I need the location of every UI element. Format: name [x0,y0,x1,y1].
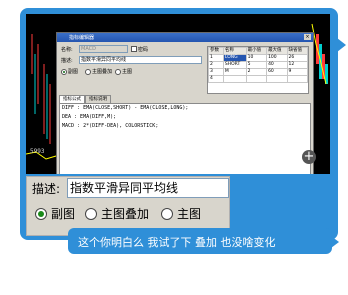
dialog-title-bar: 指标编辑器 × [57,33,313,42]
screenshot-image[interactable]: 5993 指标编辑器 × 名称: MACD 密码 描述: 指数平滑异同平均线 副… [26,14,330,174]
desc-label-large: 描述: [32,182,61,196]
chat-bubble-tail [331,236,339,248]
indicator-editor-dialog: 指标编辑器 × 名称: MACD 密码 描述: 指数平滑异同平均线 副图 主图叠… [56,32,314,174]
table-cell[interactable]: 10 [245,54,268,62]
enlarged-dialog-crop: 描述: 指数平滑异同平均线 副图 主图叠加 主图 [26,176,230,236]
code-line: DEA : EMA(DIFF,M); [62,114,117,120]
parameter-table[interactable]: 参数 名称 最小值 最大值 缺省值 1 LONG 10 100 26 2 SHO… [207,46,309,94]
table-cell[interactable] [266,75,288,83]
chat-bubble-tail [337,38,346,52]
table-cell[interactable]: M [222,68,247,76]
table-header-cell: 名称 [222,47,247,55]
chat-bubble-text: 这个你明白么 我试了下 叠加 也没啥变化 [68,228,332,254]
password-label: 密码 [138,47,149,53]
table-cell[interactable] [245,75,268,83]
table-cell: 3 [208,68,224,76]
formula-editor[interactable]: DIFF : EMA(CLOSE,SHORT) - EMA(CLOSE,LONG… [59,103,311,174]
table-cell[interactable]: 2 [245,68,268,76]
table-header-cell: 缺省值 [286,47,309,55]
desc-field-large[interactable]: 指数平滑异同平均线 [67,178,229,198]
table-row[interactable]: 2 SHORT 5 40 12 [208,61,309,69]
code-line: DIFF : EMA(CLOSE,SHORT) - EMA(CLOSE,LONG… [62,105,189,111]
table-cell[interactable]: 9 [286,68,309,76]
radio-main-large[interactable] [161,208,173,220]
tab-description[interactable]: 指标说明 [85,95,111,103]
price-axis-label: 5993 [30,148,45,155]
password-checkbox[interactable] [131,46,137,52]
name-label: 名称: [61,47,73,53]
table-cell[interactable]: 12 [286,61,309,69]
table-header-cell: 最小值 [245,47,268,55]
table-cell[interactable]: 100 [266,54,288,62]
radio-main-label-large: 主图 [177,207,202,221]
close-button[interactable]: × [304,34,311,40]
tab-formula[interactable]: 指标公式 [59,95,85,103]
chat-message: 这个你明白么 我试了下 叠加 也没啥变化 [78,236,276,249]
code-line: MACD : 2*(DIFF-DEA), COLORSTICK; [62,123,159,129]
radio-main[interactable] [115,69,121,75]
radio-subchart-large[interactable] [35,208,47,220]
dialog-title: 指标编辑器 [69,35,95,41]
table-cell: 4 [208,75,224,83]
table-cell: 1 [208,54,224,62]
radio-subchart-label-large: 副图 [51,207,76,221]
table-cell[interactable]: 5 [245,61,268,69]
table-cell[interactable]: 60 [266,68,288,76]
table-cell[interactable] [286,75,309,83]
radio-subchart[interactable] [61,69,67,75]
table-cell[interactable]: 26 [286,54,309,62]
radio-main-overlay[interactable] [85,69,91,75]
name-field[interactable]: MACD [79,45,128,53]
table-cell: 2 [208,61,224,69]
radio-subchart-label: 副图 [68,69,79,75]
radio-main-overlay-label-large: 主图叠加 [101,207,150,221]
desc-field[interactable]: 指数平滑异同平均线 [79,56,202,64]
table-header-cell: 最大值 [266,47,288,55]
table-header-cell: 参数 [208,47,224,55]
table-cell[interactable]: LONG [222,54,247,62]
table-row[interactable]: 3 M 2 60 9 [208,68,309,76]
desc-label: 描述: [61,58,73,64]
radio-main-overlay-label: 主图叠加 [92,69,113,75]
table-cell[interactable]: SHORT [222,61,247,69]
zoom-in-icon[interactable]: + [302,150,316,164]
radio-main-overlay-large[interactable] [85,208,97,220]
table-header-row: 参数 名称 最小值 最大值 缺省值 [208,47,309,55]
table-cell[interactable] [222,75,247,83]
table-row[interactable]: 4 [208,75,309,83]
table-cell[interactable]: 40 [266,61,288,69]
radio-main-label: 主图 [122,69,133,75]
table-row[interactable]: 1 LONG 10 100 26 [208,54,309,62]
